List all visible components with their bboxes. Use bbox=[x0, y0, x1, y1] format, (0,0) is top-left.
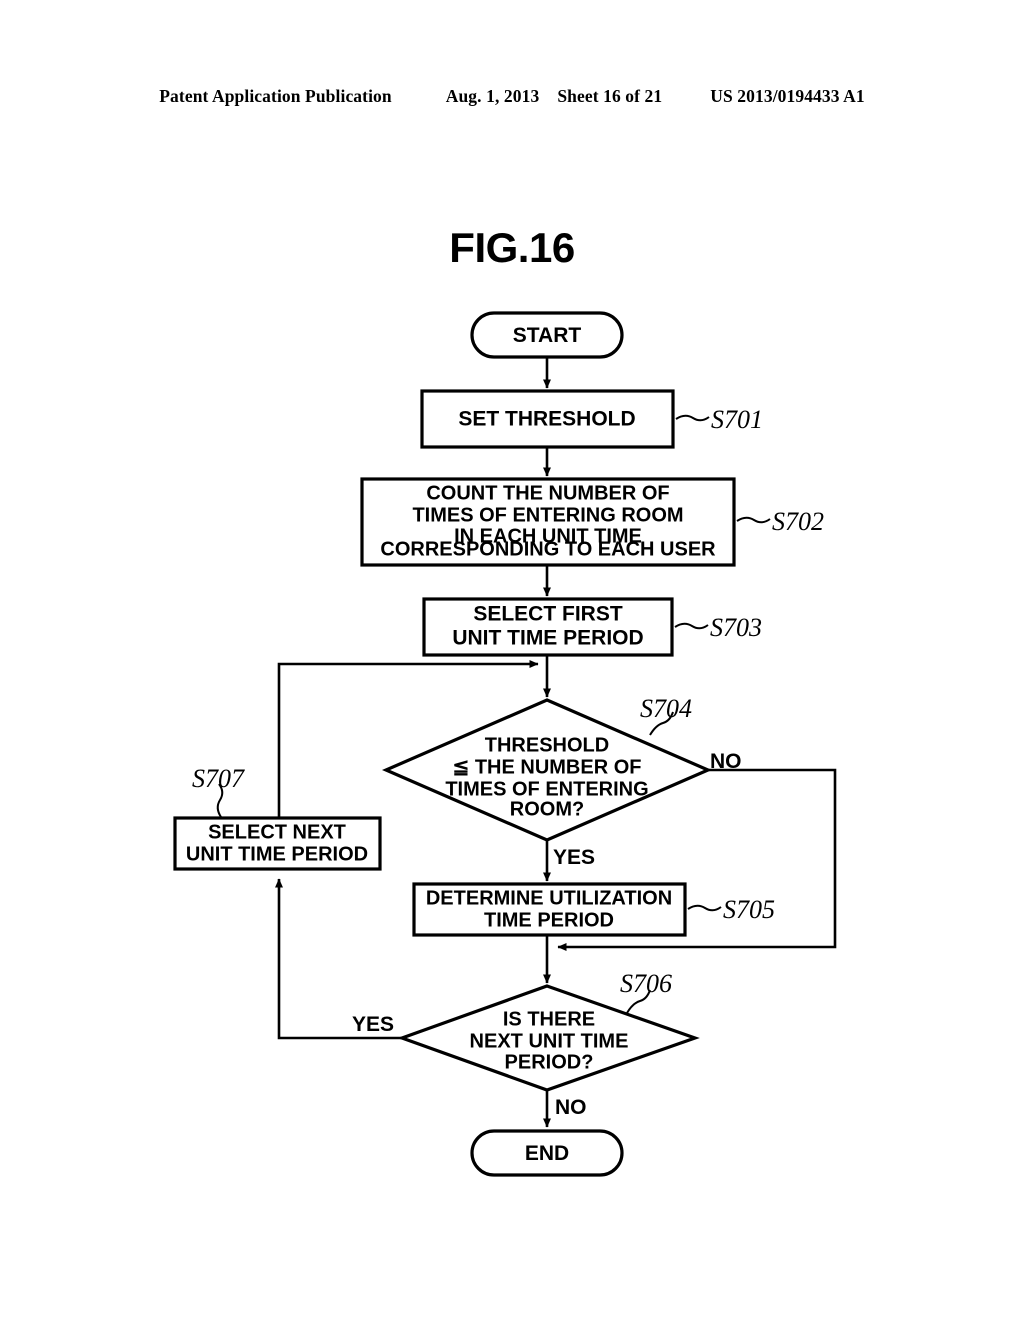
s703-label-line1: SELECT FIRST bbox=[473, 603, 623, 626]
s706-label-line3: PERIOD? bbox=[505, 1051, 594, 1073]
s707-label-line1: SELECT NEXT bbox=[208, 821, 346, 843]
process-s703-select-first-period: SELECT FIRST UNIT TIME PERIOD bbox=[422, 597, 674, 657]
s702-label-line4: CORRESPONDING TO EACH USER bbox=[380, 538, 716, 560]
s704-label-line3: TIMES OF ENTERING bbox=[445, 778, 648, 800]
s701-step-ref: S701 bbox=[711, 405, 763, 434]
flowchart-diagram: START SET THRESHOLD S701 COUNT THE NUMBE… bbox=[0, 0, 1024, 1320]
process-s701-set-threshold: SET THRESHOLD bbox=[420, 389, 675, 449]
s705-ref-leader bbox=[687, 904, 722, 912]
s705-step-ref: S705 bbox=[723, 895, 775, 924]
s702-ref-leader bbox=[736, 516, 771, 524]
s702-step-ref: S702 bbox=[772, 507, 824, 536]
s704-yes-label: YES bbox=[553, 846, 595, 869]
end-terminator: END bbox=[470, 1129, 624, 1177]
s703-ref-leader bbox=[674, 622, 709, 630]
s705-label-line1: DETERMINE UTILIZATION bbox=[426, 887, 672, 909]
s704-label-line1: THRESHOLD bbox=[485, 734, 609, 756]
s706-label-line1: IS THERE bbox=[503, 1008, 595, 1030]
s701-ref-leader bbox=[675, 414, 710, 422]
s702-label-line2: TIMES OF ENTERING ROOM bbox=[412, 504, 683, 526]
s706-yes-label: YES bbox=[352, 1013, 394, 1036]
decision-s706-next-period-check: IS THERE NEXT UNIT TIME PERIOD? bbox=[397, 984, 700, 1092]
start-terminator-label: START bbox=[513, 324, 582, 347]
s701-label-line1: SET THRESHOLD bbox=[458, 408, 635, 431]
process-s705-determine-utilization: DETERMINE UTILIZATION TIME PERIOD bbox=[412, 882, 687, 937]
process-s707-select-next-period: SELECT NEXT UNIT TIME PERIOD bbox=[173, 816, 382, 871]
end-terminator-label: END bbox=[525, 1142, 569, 1165]
s707-label-line2: UNIT TIME PERIOD bbox=[186, 843, 368, 865]
s706-label-line2: NEXT UNIT TIME bbox=[470, 1030, 629, 1052]
s703-label-line2: UNIT TIME PERIOD bbox=[452, 627, 643, 650]
s703-step-ref: S703 bbox=[710, 613, 762, 642]
s704-label-line2: ≦ THE NUMBER OF bbox=[453, 756, 642, 778]
s704-label-line4: ROOM? bbox=[510, 798, 584, 820]
s705-label-line2: TIME PERIOD bbox=[484, 909, 614, 931]
s704-no-label: NO bbox=[710, 750, 742, 773]
s707-step-ref: S707 bbox=[192, 764, 245, 793]
start-terminator: START bbox=[470, 311, 624, 359]
s706-no-label: NO bbox=[555, 1096, 587, 1119]
s706-step-ref: S706 bbox=[620, 969, 672, 998]
process-s702-count-entries: COUNT THE NUMBER OF TIMES OF ENTERING RO… bbox=[360, 477, 736, 567]
s704-step-ref: S704 bbox=[640, 694, 692, 723]
s702-label-line1: COUNT THE NUMBER OF bbox=[426, 482, 669, 504]
